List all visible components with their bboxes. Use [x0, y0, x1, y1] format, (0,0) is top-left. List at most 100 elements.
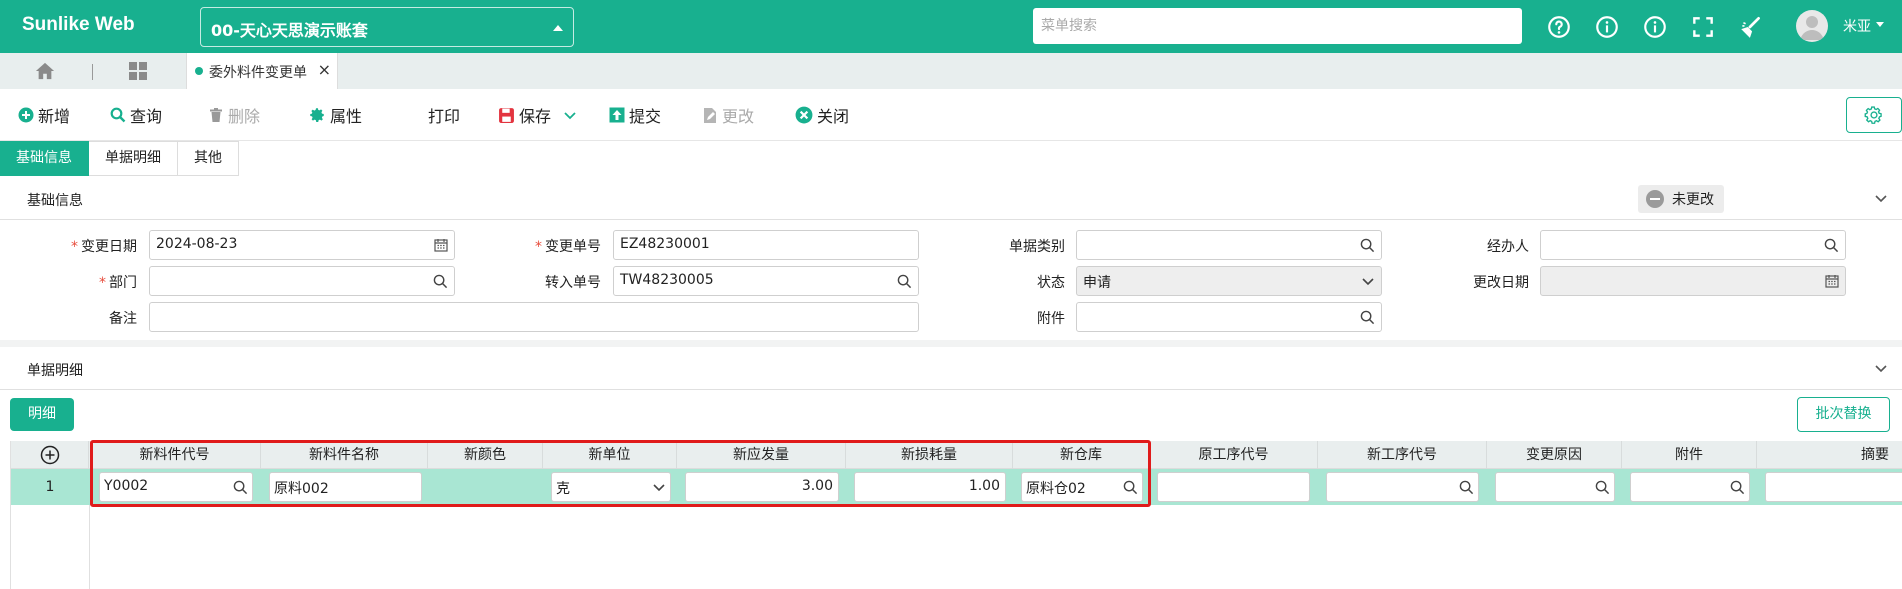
handler-field[interactable]	[1540, 230, 1846, 260]
col-new-unit[interactable]: 新单位	[543, 441, 677, 469]
col-new-item-name[interactable]: 新料件名称	[261, 441, 428, 469]
modify-date-label: 更改日期	[1473, 275, 1529, 291]
new-unit-select[interactable]: 克	[551, 472, 671, 502]
new-process-code-input[interactable]	[1326, 472, 1479, 502]
basic-info-title: 基础信息	[27, 193, 83, 209]
status-badge: 未更改	[1638, 185, 1724, 213]
clean-icon[interactable]	[1738, 14, 1764, 40]
info-icon[interactable]	[1594, 14, 1620, 40]
chevron-down-icon[interactable]	[1874, 361, 1888, 379]
change-date-field[interactable]: 2024-08-23	[149, 230, 455, 260]
search-icon[interactable]	[1459, 480, 1474, 499]
caret-down-icon[interactable]	[1876, 22, 1884, 27]
col-new-loss-qty[interactable]: 新损耗量	[846, 441, 1013, 469]
col-new-item-code[interactable]: 新料件代号	[89, 441, 261, 469]
edit-document-icon	[704, 107, 716, 123]
basic-info-header[interactable]: 基础信息 未更改	[0, 177, 1902, 220]
new-color-cell[interactable]	[428, 469, 543, 505]
col-new-process-code[interactable]: 新工序代号	[1318, 441, 1487, 469]
change-date-label: * 变更日期	[71, 239, 137, 255]
page-settings-button[interactable]	[1846, 97, 1902, 133]
plus-circle-icon	[18, 107, 34, 123]
change-reason-input[interactable]	[1495, 472, 1615, 502]
tab-other[interactable]: 其他	[178, 141, 239, 176]
upload-icon	[609, 107, 625, 123]
tab-outsourced-item-change[interactable]: 委外料件变更单 ×	[186, 53, 338, 89]
status-select[interactable]: 申请	[1076, 266, 1382, 296]
add-row-icon[interactable]	[11, 441, 89, 469]
modify-button[interactable]: 更改	[702, 104, 754, 126]
transfer-no-label: 转入单号	[545, 275, 601, 291]
company-name: 00-天心天思演示账套	[211, 21, 368, 40]
search-icon[interactable]	[1824, 238, 1839, 257]
new-item-name-input[interactable]: 原料002	[269, 472, 422, 502]
help-icon[interactable]	[1546, 14, 1572, 40]
remark-label: 备注	[109, 311, 137, 327]
col-new-color[interactable]: 新颜色	[428, 441, 543, 469]
company-selector[interactable]: 00-天心天思演示账套	[200, 7, 574, 47]
detail-section-title: 单据明细	[27, 363, 83, 379]
search-icon[interactable]	[233, 480, 248, 499]
col-summary[interactable]: 摘要	[1757, 441, 1902, 469]
new-warehouse-input[interactable]: 原料仓02	[1021, 472, 1143, 502]
table-row[interactable]: 1 Y0002 原料002 克 3.00 1.00 原料仓02	[11, 469, 1902, 505]
add-button[interactable]: 新增	[18, 104, 70, 126]
tab-label: 委外料件变更单	[209, 65, 307, 81]
search-icon[interactable]	[1123, 480, 1138, 499]
col-attachment[interactable]: 附件	[1622, 441, 1757, 469]
col-new-warehouse[interactable]: 新仓库	[1013, 441, 1150, 469]
remark-field[interactable]	[149, 302, 919, 332]
search-icon	[110, 107, 126, 123]
grid-divider	[89, 505, 90, 589]
save-button[interactable]: 保存	[498, 104, 577, 126]
user-name[interactable]: 米亚	[1843, 16, 1871, 36]
fullscreen-icon[interactable]	[1690, 14, 1716, 40]
detail-section-header[interactable]: 单据明细	[0, 347, 1902, 390]
submit-button[interactable]: 提交	[609, 104, 661, 126]
tab-basic-info[interactable]: 基础信息	[0, 141, 89, 176]
home-icon[interactable]	[34, 61, 56, 85]
search-icon[interactable]	[433, 274, 448, 293]
search-icon[interactable]	[1360, 238, 1375, 257]
minus-circle-icon	[1646, 190, 1664, 208]
new-item-code-input[interactable]: Y0002	[99, 472, 253, 502]
new-loss-qty-input[interactable]: 1.00	[854, 472, 1006, 502]
calendar-icon[interactable]	[434, 238, 448, 256]
search-icon[interactable]	[897, 274, 912, 293]
delete-button[interactable]: 删除	[208, 104, 260, 126]
col-orig-process-code[interactable]: 原工序代号	[1150, 441, 1318, 469]
new-issue-qty-input[interactable]: 3.00	[685, 472, 839, 502]
search-icon[interactable]	[1595, 480, 1610, 499]
floppy-disk-icon	[499, 107, 514, 123]
chevron-down-icon[interactable]	[652, 480, 666, 498]
row-number: 1	[45, 479, 55, 495]
chevron-down-icon[interactable]	[1874, 191, 1888, 209]
search-icon[interactable]	[1360, 310, 1375, 329]
change-no-field[interactable]: EZ48230001	[613, 230, 919, 260]
change-no-label: * 变更单号	[535, 239, 601, 255]
col-change-reason[interactable]: 变更原因	[1487, 441, 1622, 469]
query-button[interactable]: 查询	[110, 104, 162, 126]
menu-search-input[interactable]	[1033, 8, 1522, 44]
department-field[interactable]	[149, 266, 455, 296]
tab-strip: 委外料件变更单 ×	[0, 53, 1902, 89]
user-avatar-icon[interactable]	[1796, 10, 1828, 42]
tab-document-detail[interactable]: 单据明细	[89, 141, 178, 176]
about-icon[interactable]	[1642, 14, 1668, 40]
search-icon[interactable]	[1730, 480, 1745, 499]
chevron-down-icon[interactable]	[1361, 274, 1375, 292]
attachment-input[interactable]	[1630, 472, 1750, 502]
close-button[interactable]: 关闭	[795, 104, 849, 126]
transfer-no-field[interactable]: TW48230005	[613, 266, 919, 296]
orig-process-code-input[interactable]	[1157, 472, 1310, 502]
summary-input[interactable]	[1765, 472, 1902, 502]
close-tab-icon[interactable]: ×	[318, 60, 331, 79]
apps-grid-icon[interactable]	[128, 61, 148, 85]
col-new-issue-qty[interactable]: 新应发量	[677, 441, 846, 469]
batch-replace-button[interactable]: 批次替换	[1797, 397, 1890, 432]
properties-button[interactable]: 属性	[308, 104, 362, 126]
print-button[interactable]: 打印	[428, 104, 460, 126]
detail-button[interactable]: 明细	[10, 398, 74, 431]
doc-type-field[interactable]	[1076, 230, 1382, 260]
attachment-field[interactable]	[1076, 302, 1382, 332]
